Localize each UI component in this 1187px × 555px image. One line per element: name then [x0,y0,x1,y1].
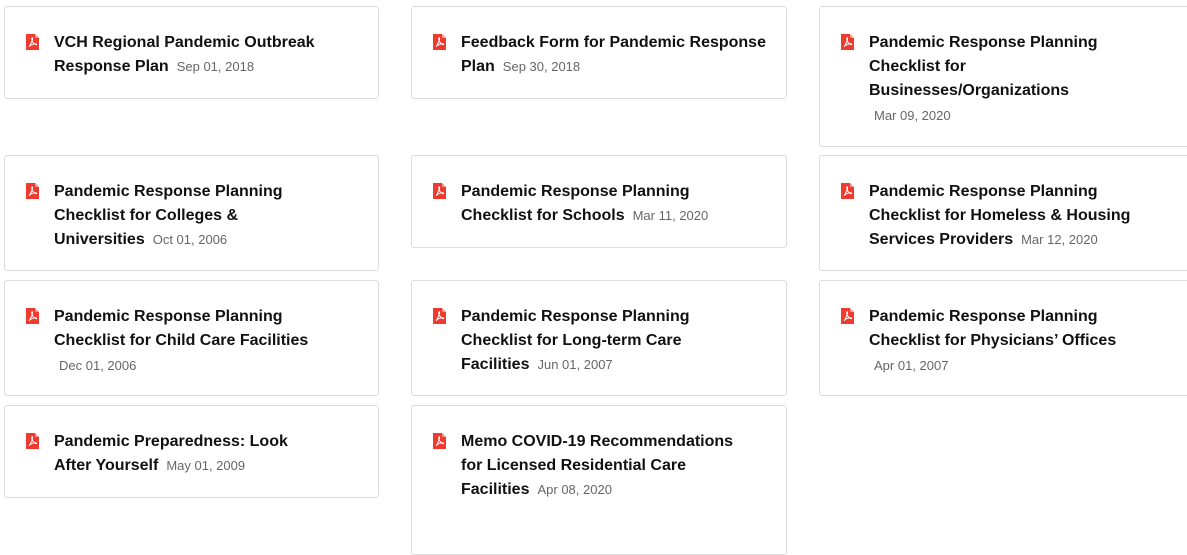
document-date: Jun 01, 2007 [537,357,613,372]
document-date: Oct 01, 2006 [152,232,228,247]
document-card[interactable]: Pandemic Response Planning Checklist for… [819,280,1187,396]
pdf-file-icon [26,433,39,449]
document-date: Mar 11, 2020 [632,208,709,223]
document-date: Sep 01, 2018 [176,59,255,74]
pdf-file-icon [26,183,39,199]
document-title-link[interactable]: Pandemic Response Planning Checklist for… [869,308,1116,349]
document-title-link[interactable]: Pandemic Response Planning Checklist for… [869,34,1098,99]
document-date: Dec 01, 2006 [59,358,137,373]
pdf-file-icon [841,183,854,199]
document-date: Apr 08, 2020 [537,482,612,497]
pdf-file-icon [433,308,446,324]
document-card[interactable]: Pandemic Response Planning Checklist for… [411,155,787,248]
document-card[interactable]: Feedback Form for Pandemic Response Plan… [411,6,787,99]
pdf-file-icon [433,183,446,199]
pdf-file-icon [26,308,39,324]
document-date: Mar 12, 2020 [1021,232,1098,247]
pdf-file-icon [841,308,854,324]
document-title-link[interactable]: Pandemic Response Planning Checklist for… [54,308,308,349]
pdf-file-icon [433,433,446,449]
document-card[interactable]: Pandemic Response Planning Checklist for… [819,6,1187,147]
document-card[interactable]: Pandemic Response Planning Checklist for… [411,280,787,396]
document-card[interactable]: VCH Regional Pandemic Outbreak Response … [4,6,379,99]
document-card[interactable]: Pandemic Preparedness: Look After Yourse… [4,405,379,498]
document-date: Apr 01, 2007 [874,358,949,373]
pdf-file-icon [433,34,446,50]
document-date: May 01, 2009 [166,458,246,473]
pdf-file-icon [26,34,39,50]
document-card[interactable]: Pandemic Response Planning Checklist for… [4,155,379,271]
document-card[interactable]: Pandemic Response Planning Checklist for… [819,155,1187,271]
document-date: Mar 09, 2020 [874,108,951,123]
pdf-file-icon [841,34,854,50]
document-card[interactable]: Pandemic Response Planning Checklist for… [4,280,379,396]
document-card[interactable]: Memo COVID-19 Recommendations for Licens… [411,405,787,555]
document-date: Sep 30, 2018 [502,59,581,74]
